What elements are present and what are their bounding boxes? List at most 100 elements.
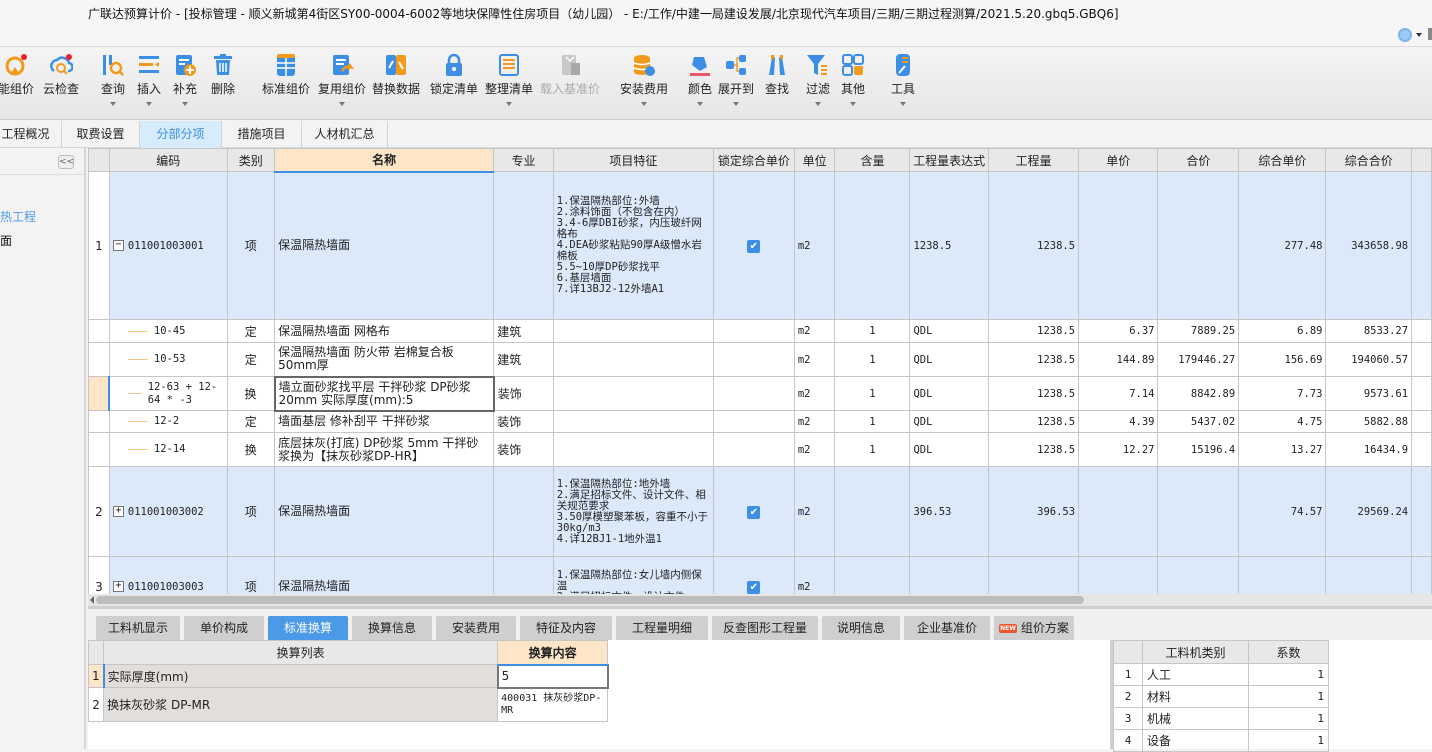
comp-unit-price-cell[interactable]: 156.69: [1238, 342, 1327, 377]
qty-cell[interactable]: 1238.5: [987, 432, 1080, 467]
comp-total-price-cell[interactable]: 29569.24: [1325, 466, 1413, 557]
item-name-cell[interactable]: 保温隔热墙面: [274, 171, 495, 320]
toolbar-button-filter[interactable]: 过滤: [803, 53, 833, 117]
qty-expression-cell[interactable]: QDL: [909, 376, 989, 411]
row-number[interactable]: 2: [88, 466, 110, 557]
quota-row[interactable]: 12-63 + 12-64 * -3 换墙立面砂浆找平层 干拌砂浆 DP砂浆20m…: [88, 375, 1432, 412]
item-name-cell[interactable]: 保温隔热墙面 网格布: [274, 319, 495, 343]
item-unit-cell[interactable]: m2: [793, 342, 836, 377]
qty-expression-cell[interactable]: 1238.5: [909, 171, 989, 320]
item-name-cell[interactable]: 墙面基层 修补刮平 干拌砂浆: [274, 410, 495, 433]
lock-price-checkbox[interactable]: ✔: [747, 506, 761, 519]
locked-price-cell[interactable]: [712, 410, 795, 433]
col-header-comp-total[interactable]: 综合合价: [1325, 148, 1413, 172]
row-number[interactable]: [88, 410, 110, 433]
comp-total-price-cell[interactable]: 9573.61: [1325, 376, 1413, 411]
item-unit-cell[interactable]: m2: [793, 376, 836, 411]
qty-cell[interactable]: 1238.5: [987, 319, 1080, 343]
total-price-cell[interactable]: 179446.27: [1157, 342, 1240, 377]
toolbar-button-supplement[interactable]: 补充: [170, 53, 200, 117]
dropdown-caret-icon[interactable]: [506, 102, 512, 106]
qty-cell[interactable]: 396.53: [987, 466, 1080, 557]
toolbar-button-query[interactable]: 查询: [98, 53, 128, 117]
total-price-cell[interactable]: [1157, 556, 1240, 594]
toolbar-button-cloud-check[interactable]: 云检查: [38, 53, 84, 117]
total-price-cell[interactable]: 8842.89: [1157, 376, 1240, 411]
comp-unit-price-cell[interactable]: 7.73: [1238, 376, 1327, 411]
item-type-cell[interactable]: 定: [226, 410, 276, 433]
scroll-left-arrow-icon[interactable]: [90, 596, 94, 604]
qty-cell[interactable]: [987, 556, 1080, 594]
dropdown-caret-icon[interactable]: [339, 102, 345, 106]
locked-price-cell[interactable]: [712, 376, 795, 411]
qty-expression-cell[interactable]: QDL: [909, 432, 989, 467]
dropdown-caret-icon[interactable]: [110, 102, 116, 106]
item-unit-cell[interactable]: m2: [793, 171, 836, 320]
item-code-cell[interactable]: +011001003003: [108, 556, 228, 594]
comp-total-price-cell[interactable]: 343658.98: [1325, 171, 1413, 320]
item-features-cell[interactable]: [552, 319, 714, 343]
quota-row[interactable]: 12-14 换底层抹灰(打底) DP砂浆 5mm 干拌砂浆换为【抹灰砂浆DP-HR…: [88, 432, 1432, 467]
dropdown-caret-icon[interactable]: [900, 102, 906, 106]
dropdown-caret-icon[interactable]: [146, 102, 152, 106]
col-header-locked-price[interactable]: 锁定综合单价: [712, 148, 795, 172]
btab-qty-detail[interactable]: 工程量明细: [616, 616, 708, 641]
item-content-cell[interactable]: [834, 556, 911, 594]
btab-reverse-graphic-qty[interactable]: 反查图形工程量: [712, 616, 818, 641]
total-price-cell[interactable]: [1157, 466, 1240, 557]
col-header-unit[interactable]: 单位: [793, 148, 836, 172]
locked-price-cell[interactable]: [712, 319, 795, 343]
item-type-cell[interactable]: 项: [226, 556, 276, 594]
unit-price-cell[interactable]: 12.27: [1078, 432, 1159, 467]
col-header-major[interactable]: 专业: [493, 148, 554, 172]
expand-row-icon[interactable]: +: [112, 506, 124, 517]
btab-standard-conversion[interactable]: 标准换算: [268, 616, 348, 641]
comp-unit-price-cell[interactable]: [1238, 556, 1327, 594]
item-content-cell[interactable]: [834, 171, 911, 320]
item-content-cell[interactable]: 1: [834, 376, 911, 411]
coef-factor-input[interactable]: 1: [1248, 685, 1329, 708]
dropdown-caret-icon[interactable]: [733, 102, 739, 106]
item-code-cell[interactable]: 10-45: [108, 319, 228, 343]
coef-factor-input[interactable]: 1: [1248, 663, 1329, 686]
toolbar-button-color[interactable]: 颜色: [685, 53, 715, 117]
tab-measures[interactable]: 措施项目: [222, 121, 302, 148]
tab-project-overview[interactable]: 工程概况: [0, 121, 62, 148]
item-unit-cell[interactable]: m2: [793, 556, 836, 594]
toolbar-button-organize-list[interactable]: 整理清单: [483, 53, 535, 117]
qty-cell[interactable]: 1238.5: [987, 171, 1080, 320]
toolbar-button-find[interactable]: 查找: [762, 53, 792, 117]
row-number[interactable]: 1: [88, 171, 110, 320]
quota-row[interactable]: 12-2 定墙面基层 修补刮平 干拌砂浆 装饰 m2 1 QDL 1238.5 4.39 543…: [88, 410, 1432, 433]
item-features-cell[interactable]: 1.保温隔热部位:地外墙 2.满足招标文件、设计文件、相关规范要求 3.50厚模…: [552, 466, 714, 557]
mortar-replacement-value[interactable]: 400031 抹灰砂浆DP-MR: [497, 687, 609, 722]
total-price-cell[interactable]: [1157, 171, 1240, 320]
unit-price-cell[interactable]: [1078, 466, 1159, 557]
bill-item-row[interactable]: 1−011001003001 项保温隔热墙面 1.保温隔热部位:外墙 2.涂料饰面（…: [88, 171, 1432, 320]
qty-cell[interactable]: 1238.5: [987, 376, 1080, 411]
comp-unit-price-cell[interactable]: 6.89: [1238, 319, 1327, 343]
item-features-cell[interactable]: [552, 410, 714, 433]
item-type-cell[interactable]: 定: [226, 319, 276, 343]
sidebar-item-insulation-project[interactable]: 热工程: [0, 208, 36, 225]
dropdown-caret-icon[interactable]: [850, 102, 856, 106]
toolbar-button-insert[interactable]: 插入: [134, 53, 164, 117]
quota-row[interactable]: 10-53 定保温隔热墙面 防火带 岩棉复合板 50mm厚 建筑 m2 1 QDL 1238…: [88, 342, 1432, 377]
qty-expression-cell[interactable]: 396.53: [909, 466, 989, 557]
coef-row[interactable]: 1 人工 1: [1113, 663, 1329, 686]
comp-unit-price-cell[interactable]: 13.27: [1238, 432, 1327, 467]
row-number[interactable]: [88, 319, 110, 343]
comp-total-price-cell[interactable]: 8533.27: [1325, 319, 1413, 343]
actual-thickness-input[interactable]: 5: [496, 663, 609, 689]
item-type-cell[interactable]: 换: [226, 376, 276, 411]
item-code-cell[interactable]: 12-14: [108, 432, 228, 467]
dropdown-caret-icon[interactable]: [641, 102, 647, 106]
toolbar-button-replace-data[interactable]: 替换数据: [370, 53, 422, 117]
item-type-cell[interactable]: 项: [226, 466, 276, 557]
btab-labor-material-display[interactable]: 工料机显示: [96, 616, 180, 641]
item-major-cell[interactable]: 建筑: [493, 319, 554, 343]
item-major-cell[interactable]: 装饰: [493, 410, 554, 433]
locked-price-cell[interactable]: ✔: [712, 466, 795, 557]
btab-conversion-info[interactable]: 换算信息: [352, 616, 432, 641]
toolbar-button-expand-to[interactable]: 展开到: [716, 53, 756, 117]
